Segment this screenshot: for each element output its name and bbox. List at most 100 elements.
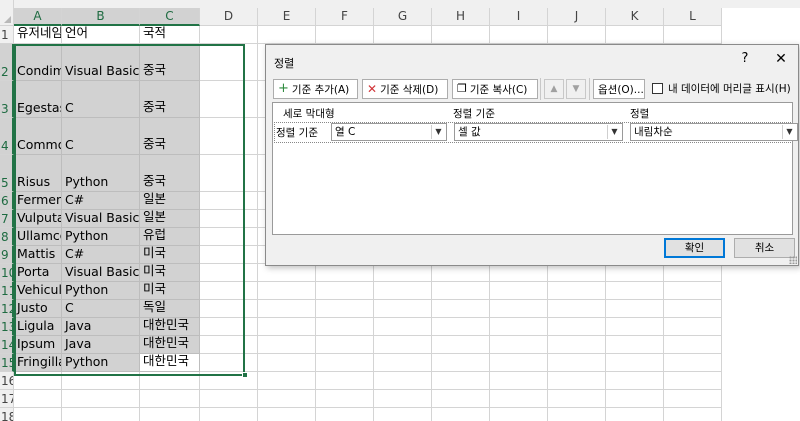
column-header-l[interactable]: L [664,8,722,26]
column-header-b[interactable]: B [62,8,140,26]
row-header[interactable]: 5 [0,155,14,192]
column-header-g[interactable]: G [374,8,432,26]
row-header[interactable]: 4 [0,118,14,155]
copy-level-button[interactable]: ❐ 기준 복사(C) [452,79,538,99]
cell[interactable] [664,372,722,390]
cell[interactable] [664,26,722,44]
dropdown-icon[interactable]: ▼ [607,125,621,139]
cell[interactable] [432,372,490,390]
cell[interactable] [316,26,374,44]
column-select[interactable]: 열 C ▼ [331,123,447,141]
cell[interactable]: Condimentum [14,44,62,81]
column-header-j[interactable]: J [548,8,606,26]
cell[interactable]: 중국 [140,44,200,81]
cell[interactable] [258,26,316,44]
cell[interactable] [316,354,374,372]
move-down-button[interactable]: ▼ [566,79,586,99]
cell[interactable]: 미국 [140,264,200,282]
cell[interactable]: Ullamcorper [14,228,62,246]
cell[interactable] [62,372,140,390]
cell[interactable]: 대한민국 [140,336,200,354]
cell[interactable] [316,336,374,354]
row-header[interactable]: 1 [0,26,14,44]
cell[interactable] [374,390,432,408]
cell[interactable]: Visual Basic [62,44,140,81]
cell[interactable] [316,372,374,390]
cell[interactable] [316,264,374,282]
cell[interactable] [140,390,200,408]
cell[interactable]: Python [62,282,140,300]
cell[interactable] [200,246,258,264]
cell[interactable]: Risus [14,155,62,192]
row-header[interactable]: 9 [0,246,14,264]
cell[interactable] [606,336,664,354]
cell[interactable] [490,282,548,300]
cell[interactable] [258,372,316,390]
cell[interactable]: C [62,118,140,155]
order-select[interactable]: 내림차순 ▼ [630,123,798,141]
fill-handle[interactable] [242,372,248,378]
cell[interactable] [548,372,606,390]
cell[interactable] [606,372,664,390]
cell[interactable]: 대한민국 [140,354,200,372]
cell[interactable]: Vehicula [14,282,62,300]
cell[interactable] [258,354,316,372]
cell[interactable] [62,390,140,408]
ok-button[interactable]: 확인 [664,238,725,258]
cell[interactable] [258,408,316,421]
cell[interactable]: Commodo [14,118,62,155]
cell[interactable] [664,282,722,300]
cell[interactable] [258,318,316,336]
cell[interactable]: C# [62,246,140,264]
cell[interactable]: Ipsum [14,336,62,354]
row-header[interactable]: 16 [0,372,14,390]
row-header[interactable]: 11 [0,282,14,300]
cell[interactable] [316,300,374,318]
cell[interactable] [374,408,432,421]
cell[interactable] [664,354,722,372]
cell[interactable] [606,300,664,318]
cell[interactable]: 일본 [140,192,200,210]
cell[interactable] [548,264,606,282]
cell[interactable]: Python [62,228,140,246]
column-header-a[interactable]: A [14,8,62,26]
cell[interactable] [316,282,374,300]
dropdown-icon[interactable]: ▼ [782,125,796,139]
add-level-button[interactable]: + 기준 추가(A) [273,79,358,99]
cell[interactable]: Java [62,318,140,336]
cell[interactable]: C [62,81,140,118]
move-up-button[interactable]: ▲ [544,79,564,99]
cell[interactable]: C [62,300,140,318]
cell[interactable] [490,336,548,354]
cell[interactable] [374,26,432,44]
cell[interactable] [606,408,664,421]
cell[interactable] [200,318,258,336]
select-all-corner[interactable] [0,0,14,26]
sort-on-select[interactable]: 셀 값 ▼ [454,123,623,141]
cell[interactable]: 유럽 [140,228,200,246]
cell[interactable] [548,318,606,336]
cell[interactable] [490,390,548,408]
cell[interactable] [606,390,664,408]
cell[interactable]: Java [62,336,140,354]
column-header-k[interactable]: K [606,8,664,26]
cell[interactable] [432,300,490,318]
cell[interactable] [374,318,432,336]
cell[interactable] [664,318,722,336]
cell[interactable] [200,408,258,421]
cell[interactable]: 독일 [140,300,200,318]
cell[interactable] [316,408,374,421]
cell[interactable] [140,408,200,421]
cell[interactable] [200,390,258,408]
cell[interactable] [606,282,664,300]
cell[interactable] [316,318,374,336]
cell[interactable] [664,264,722,282]
cell[interactable] [548,354,606,372]
cell[interactable] [664,390,722,408]
row-header[interactable]: 8 [0,228,14,246]
row-header[interactable]: 13 [0,318,14,336]
cell[interactable] [200,118,258,155]
resize-grip[interactable] [789,256,797,264]
cell[interactable] [490,26,548,44]
cell[interactable]: Mattis [14,246,62,264]
